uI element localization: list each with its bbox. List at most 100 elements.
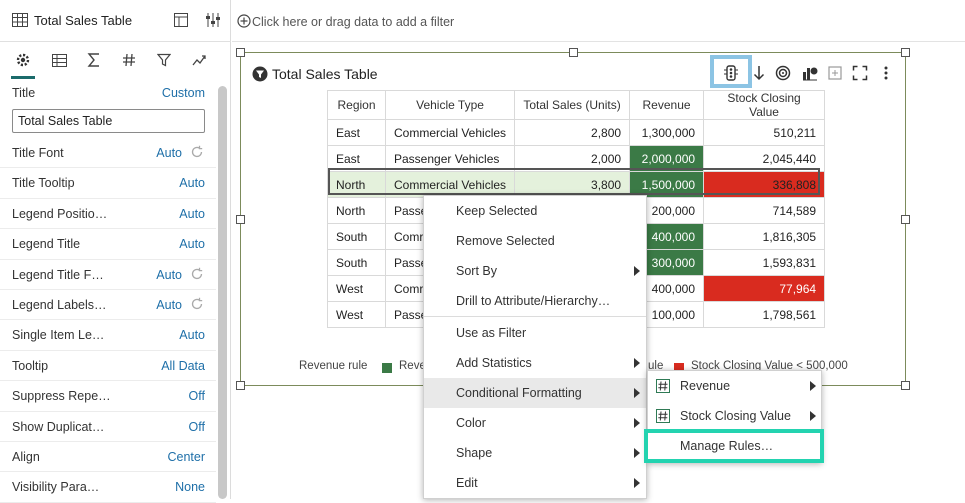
column-header[interactable]: Region xyxy=(327,90,386,120)
table-cell[interactable]: 1,816,305 xyxy=(703,223,826,250)
submenu-arrow-icon xyxy=(634,358,640,368)
menu-item-remove-selected[interactable]: Remove Selected xyxy=(424,226,646,256)
prop-value-select[interactable]: Auto xyxy=(179,207,205,221)
table-row[interactable]: East Commercial Vehicles 2,800 1,300,000 510… xyxy=(327,119,826,146)
prop-label: Legend Title xyxy=(12,237,81,252)
tab-table[interactable] xyxy=(50,51,68,69)
menu-item-keep-selected[interactable]: Keep Selected xyxy=(424,196,646,226)
resize-handle[interactable] xyxy=(901,48,910,57)
prop-label: Title Font xyxy=(12,146,64,160)
table-cell[interactable]: Passenger Vehicles xyxy=(384,145,516,172)
prop-value-select[interactable]: Auto xyxy=(156,146,182,160)
table-cell[interactable]: 1,500,000 xyxy=(629,171,705,198)
chart-type-button[interactable] xyxy=(801,64,819,82)
prop-value-select[interactable]: Auto xyxy=(156,268,182,282)
prop-value-select[interactable]: Auto xyxy=(179,237,205,251)
tab-general[interactable] xyxy=(11,51,35,79)
submenu-arrow-icon xyxy=(634,388,640,398)
conditional-format-button[interactable] xyxy=(722,64,740,82)
prop-label: Align xyxy=(12,449,40,464)
resize-handle[interactable] xyxy=(901,381,910,390)
menu-item-add-statistics[interactable]: Add Statistics xyxy=(424,348,646,378)
prop-value-select[interactable]: Auto xyxy=(179,176,205,190)
menu-item-drill[interactable]: Drill to Attribute/Hierarchy… xyxy=(424,286,646,316)
table-cell[interactable]: 336,808 xyxy=(703,171,826,198)
table-cell[interactable]: 714,589 xyxy=(703,197,826,224)
target-button[interactable] xyxy=(774,64,792,82)
submenu-arrow-icon xyxy=(634,478,640,488)
tab-analytics[interactable] xyxy=(190,51,208,69)
table-cell[interactable]: South xyxy=(327,223,386,250)
maximize-button[interactable] xyxy=(851,64,869,82)
table-row[interactable]: North Commercial Vehicles 3,800 1,500,000 33… xyxy=(327,171,826,198)
table-cell[interactable]: South xyxy=(327,249,386,276)
table-cell[interactable]: West xyxy=(327,301,386,328)
table-cell[interactable]: North xyxy=(327,171,386,198)
menu-item-use-as-filter[interactable]: Use as Filter xyxy=(424,318,646,348)
expand-icon xyxy=(852,65,868,81)
more-options-button[interactable] xyxy=(877,64,895,82)
table-cell[interactable]: North xyxy=(327,197,386,224)
table-cell[interactable]: 2,045,440 xyxy=(703,145,826,172)
prop-value-select[interactable]: Off xyxy=(189,420,205,434)
panel-scrollbar[interactable] xyxy=(218,86,227,499)
column-header[interactable]: Total Sales (Units) xyxy=(514,90,631,120)
prop-value-select[interactable]: All Data xyxy=(161,359,205,373)
tab-filters[interactable] xyxy=(155,51,173,69)
prop-row: Legend Positio… Auto xyxy=(0,199,216,230)
table-cell[interactable]: 2,000 xyxy=(514,145,631,172)
table-cell[interactable]: 1,593,831 xyxy=(703,249,826,276)
visualization-title: Total Sales Table xyxy=(272,66,378,82)
submenu-arrow-icon xyxy=(634,448,640,458)
resize-handle[interactable] xyxy=(901,215,910,224)
submenu-item-revenue[interactable]: Revenue xyxy=(648,371,821,401)
reset-icon[interactable] xyxy=(190,267,204,281)
title-mode-select[interactable]: Custom xyxy=(162,86,205,100)
prop-value-select[interactable]: Off xyxy=(189,389,205,403)
resize-handle[interactable] xyxy=(236,48,245,57)
column-header[interactable]: Stock Closing Value xyxy=(703,90,826,120)
column-header[interactable]: Revenue xyxy=(629,90,705,120)
prop-label: Visibility Para… xyxy=(12,480,100,495)
prop-row: Title Font Auto xyxy=(0,138,216,169)
resize-handle[interactable] xyxy=(569,48,578,57)
add-view-button[interactable] xyxy=(826,64,844,82)
prop-row: Show Duplicat… Off xyxy=(0,412,216,442)
table-cell[interactable]: 3,800 xyxy=(514,171,631,198)
menu-item-shape[interactable]: Shape xyxy=(424,438,646,468)
table-row[interactable]: East Passenger Vehicles 2,000 2,000,000 2,04… xyxy=(327,145,826,172)
prop-value-select[interactable]: None xyxy=(175,480,205,494)
resize-handle[interactable] xyxy=(236,381,245,390)
table-cell[interactable]: Commercial Vehicles xyxy=(384,171,516,198)
tab-number-format[interactable] xyxy=(120,51,138,69)
reset-icon[interactable] xyxy=(190,297,204,311)
table-cell[interactable]: East xyxy=(327,145,386,172)
sort-button[interactable] xyxy=(750,64,768,82)
reset-icon[interactable] xyxy=(190,145,204,159)
table-cell[interactable]: 1,798,561 xyxy=(703,301,826,328)
table-cell[interactable]: 2,000,000 xyxy=(629,145,705,172)
table-cell[interactable]: West xyxy=(327,275,386,302)
menu-item-sort-by[interactable]: Sort By xyxy=(424,256,646,286)
menu-item-conditional-formatting[interactable]: Conditional Formatting xyxy=(424,378,646,408)
table-cell[interactable]: 510,211 xyxy=(703,119,826,146)
submenu-item-stock-closing-value[interactable]: Stock Closing Value xyxy=(648,401,821,431)
tab-totals[interactable] xyxy=(85,51,103,69)
table-cell[interactable]: Commercial Vehicles xyxy=(384,119,516,146)
table-cell[interactable]: 2,800 xyxy=(514,119,631,146)
prop-value-select[interactable]: Auto xyxy=(179,328,205,342)
menu-item-edit[interactable]: Edit xyxy=(424,468,646,498)
properties-sliders-icon[interactable] xyxy=(205,12,221,28)
resize-handle[interactable] xyxy=(236,215,245,224)
filter-bar[interactable]: Click here or drag data to add a filter xyxy=(232,0,965,42)
prop-value-select[interactable]: Auto xyxy=(156,298,182,312)
table-cell[interactable]: 77,964 xyxy=(703,275,826,302)
title-input[interactable] xyxy=(12,109,205,133)
prop-value-select[interactable]: Center xyxy=(167,450,205,464)
table-cell[interactable]: East xyxy=(327,119,386,146)
layout-icon[interactable] xyxy=(173,12,189,28)
menu-item-color[interactable]: Color xyxy=(424,408,646,438)
table-cell[interactable]: 1,300,000 xyxy=(629,119,705,146)
column-header[interactable]: Vehicle Type xyxy=(384,90,516,120)
property-list: Title Custom Title Font Auto Title Tooltip… xyxy=(0,78,216,503)
